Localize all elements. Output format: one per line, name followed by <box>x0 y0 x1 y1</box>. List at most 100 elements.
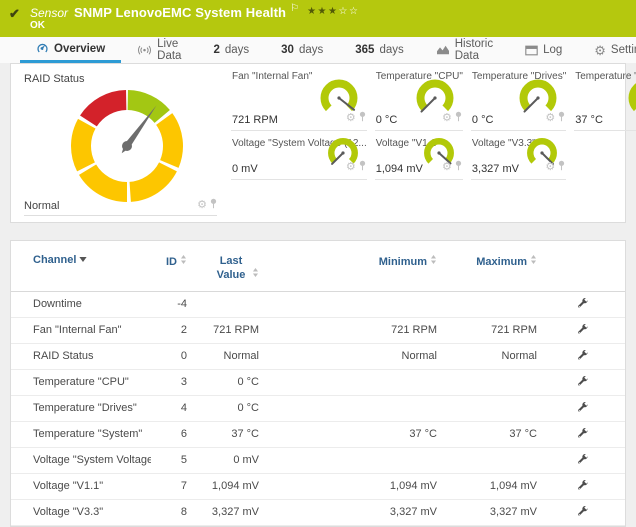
gauge-channel-6[interactable]: Voltage "V3.3"3,327 mV⚙ <box>471 131 566 180</box>
column-header-actions <box>541 241 625 291</box>
channel-row[interactable]: Fan "Internal Fan"2721 RPM721 RPM721 RPM <box>11 317 625 343</box>
tab-settings[interactable]: ⚙Settings <box>578 37 636 63</box>
gauge-settings-icon[interactable]: ⚙ <box>346 113 356 124</box>
priority-star-rating[interactable]: ★★★☆☆ <box>307 6 359 17</box>
cell-min <box>263 395 441 421</box>
channel-row[interactable]: Voltage "System Voltage (...50 mV <box>11 447 625 473</box>
status-badge: OK <box>30 20 636 31</box>
gauge-settings-icon[interactable]: ⚙ <box>545 162 555 173</box>
column-header-label: Maximum <box>476 256 527 268</box>
tab-30-days[interactable]: 30days <box>265 37 339 63</box>
gauge-channel-2[interactable]: Temperature "Drives"0 °C⚙ <box>471 64 566 131</box>
tab-label: days <box>379 44 403 56</box>
cell-channel: Voltage "V1.1" <box>11 473 151 499</box>
gauge-raid-status[interactable]: RAID Status Normal ⚙ <box>11 64 223 222</box>
cell-min: 1,094 mV <box>263 473 441 499</box>
tab-overview[interactable]: Overview <box>20 37 121 63</box>
column-header-channel[interactable]: Channel <box>11 241 151 291</box>
channel-settings-wrench-icon[interactable] <box>577 404 589 416</box>
raid-status-gauge <box>65 84 189 208</box>
cell-min <box>263 447 441 473</box>
cell-max <box>441 369 541 395</box>
pin-icon[interactable] <box>455 158 462 176</box>
star-empty-icon[interactable]: ☆ <box>349 6 359 17</box>
channel-settings-wrench-icon[interactable] <box>577 300 589 312</box>
pin-icon[interactable] <box>359 158 366 176</box>
cell-channel: RAID Status <box>11 343 151 369</box>
cell-min: 721 RPM <box>263 317 441 343</box>
star-filled-icon[interactable]: ★ <box>318 6 328 17</box>
gauge-settings-icon[interactable]: ⚙ <box>197 200 207 211</box>
column-header-max[interactable]: Maximum <box>441 241 541 291</box>
page-title: SNMP LenovoEMC System Health <box>74 5 286 20</box>
channel-row[interactable]: Voltage "V3.3"83,327 mV3,327 mV3,327 mV <box>11 499 625 525</box>
tab-label: Historic Data <box>455 38 493 62</box>
tab-2-days[interactable]: 2days <box>197 37 265 63</box>
pin-icon[interactable] <box>359 109 366 127</box>
cell-min <box>263 369 441 395</box>
gauge-channel-3[interactable]: Temperature "System"37 °C⚙ <box>574 64 636 131</box>
channel-settings-wrench-icon[interactable] <box>577 482 589 494</box>
tab-bar: OverviewLive Data2days30days365daysHisto… <box>0 37 636 63</box>
sort-both-icon <box>530 254 537 268</box>
cell-channel: Temperature "CPU" <box>11 369 151 395</box>
cell-max <box>441 395 541 421</box>
priority-flag-icon[interactable]: ⚐ <box>290 3 299 14</box>
gauge-channel-0[interactable]: Fan "Internal Fan"721 RPM⚙ <box>231 64 367 131</box>
gauge-value: 0 °C <box>472 114 494 126</box>
broadcast-icon <box>137 44 152 56</box>
gauge-settings-icon[interactable]: ⚙ <box>346 162 356 173</box>
star-empty-icon[interactable]: ☆ <box>338 6 348 17</box>
column-header-label: ID <box>166 256 177 268</box>
channel-row[interactable]: Voltage "V1.1"71,094 mV1,094 mV1,094 mV <box>11 473 625 499</box>
channel-settings-wrench-icon[interactable] <box>577 352 589 364</box>
gauge-settings-icon[interactable]: ⚙ <box>442 113 452 124</box>
channel-settings-wrench-icon[interactable] <box>577 378 589 390</box>
tab-label: Live Data <box>157 38 181 62</box>
cell-last: 3,327 mV <box>191 499 263 525</box>
gauge-settings-icon[interactable]: ⚙ <box>442 162 452 173</box>
gauge-value: 37 °C <box>575 114 603 126</box>
channels-table-panel: Channel ID Last ValueMinimum Maximum Downti… <box>10 240 626 527</box>
sort-both-icon <box>180 254 187 268</box>
chart-icon <box>436 44 450 56</box>
column-header-min[interactable]: Minimum <box>263 241 441 291</box>
gauge-channel-4[interactable]: Voltage "System Voltage (12...0 mV⚙ <box>231 131 367 180</box>
cell-last: 1,094 mV <box>191 473 263 499</box>
channel-gauge <box>626 77 636 119</box>
column-header-id[interactable]: ID <box>151 241 191 291</box>
channel-settings-wrench-icon[interactable] <box>577 456 589 468</box>
channel-settings-wrench-icon[interactable] <box>577 508 589 520</box>
column-header-last[interactable]: Last Value <box>191 241 263 291</box>
channel-row[interactable]: Downtime-4 <box>11 291 625 317</box>
star-filled-icon[interactable]: ★ <box>307 6 317 17</box>
tab-log[interactable]: Log <box>509 37 578 63</box>
pin-icon[interactable] <box>558 158 565 176</box>
cell-max: 3,327 mV <box>441 499 541 525</box>
pin-icon[interactable] <box>210 198 217 212</box>
gauge-settings-icon[interactable]: ⚙ <box>545 113 555 124</box>
gauge-channel-5[interactable]: Voltage "V1.1"1,094 mV⚙ <box>375 131 463 180</box>
channel-settings-wrench-icon[interactable] <box>577 430 589 442</box>
channel-row[interactable]: Temperature "System"637 °C37 °C37 °C <box>11 421 625 447</box>
channel-row[interactable]: Temperature "Drives"40 °C <box>11 395 625 421</box>
gauges-panel: RAID Status Normal ⚙ Fan "Internal Fan"7… <box>10 63 626 223</box>
tab-range-number: 2 <box>213 44 219 56</box>
pin-icon[interactable] <box>558 109 565 127</box>
channel-settings-wrench-icon[interactable] <box>577 326 589 338</box>
tab-365-days[interactable]: 365days <box>339 37 419 63</box>
star-filled-icon[interactable]: ★ <box>328 6 338 17</box>
tab-live-data[interactable]: Live Data <box>121 37 197 63</box>
gauge-value: 3,327 mV <box>472 163 519 175</box>
cell-id: 0 <box>151 343 191 369</box>
cell-id: 8 <box>151 499 191 525</box>
gear-icon: ⚙ <box>594 44 606 57</box>
channel-row[interactable]: Temperature "CPU"30 °C <box>11 369 625 395</box>
gauge-icon <box>36 42 49 55</box>
gauge-channel-1[interactable]: Temperature "CPU"0 °C⚙ <box>375 64 463 131</box>
tab-historic-data[interactable]: Historic Data <box>420 37 509 63</box>
channel-row[interactable]: RAID Status0NormalNormalNormal <box>11 343 625 369</box>
pin-icon[interactable] <box>455 109 462 127</box>
cell-channel: Voltage "V3.3" <box>11 499 151 525</box>
cell-last: 721 RPM <box>191 317 263 343</box>
